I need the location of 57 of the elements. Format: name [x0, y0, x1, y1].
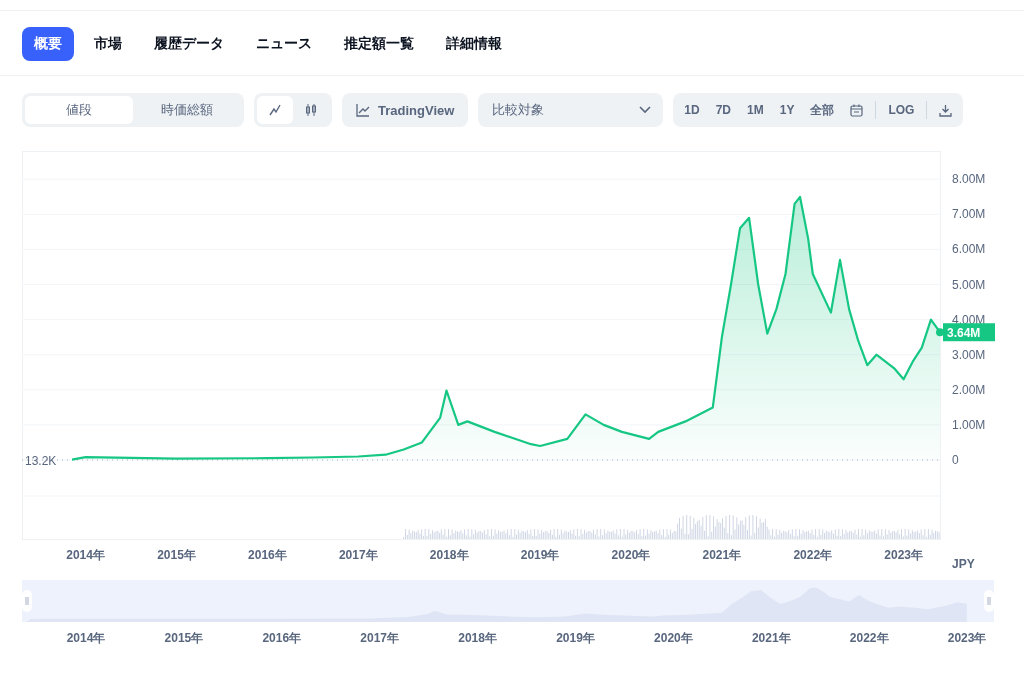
compare-dropdown[interactable]: 比較対象: [478, 93, 664, 127]
x-axis-label: 2019年: [520, 548, 560, 562]
chevron-down-icon: [639, 106, 652, 114]
tab[interactable]: 推定額一覧: [332, 27, 426, 61]
currency-label: JPY: [952, 557, 975, 571]
x-axis-label: 2021年: [702, 548, 742, 562]
tab[interactable]: ニュース: [244, 27, 324, 61]
metric-toggle[interactable]: 値段: [25, 96, 133, 124]
log-button[interactable]: LOG: [880, 96, 923, 124]
y-axis-label: 3.00M: [952, 347, 986, 362]
y-axis-label: 5.00M: [952, 277, 986, 292]
range-handle[interactable]: [984, 590, 994, 612]
candlestick-icon: [304, 103, 318, 117]
metric-toggle[interactable]: 時価総額: [133, 96, 241, 124]
x-axis-label: 2018年: [429, 548, 469, 562]
range-button[interactable]: 1Y: [771, 96, 803, 124]
x-axis-label: 2015年: [157, 548, 196, 562]
range-button[interactable]: 1D: [676, 96, 708, 124]
price-badge: 3.64M: [943, 323, 995, 342]
x-axis-label: 2017年: [338, 548, 378, 562]
y-axis-label: 6.00M: [952, 242, 986, 257]
last-price-dot: [936, 328, 944, 337]
navigator-year-label: 2015年: [164, 631, 204, 645]
navigator-year-label: 2014年: [66, 631, 106, 645]
line-chart-icon: [268, 103, 282, 117]
tab[interactable]: 詳細情報: [434, 27, 514, 61]
tab[interactable]: 概要: [22, 27, 74, 61]
tab[interactable]: 市場: [82, 27, 134, 61]
y-axis-label: 8.00M: [952, 172, 986, 187]
navigator-year-label: 2021年: [751, 631, 791, 645]
navigator-year-label: 2020年: [654, 631, 693, 645]
y-axis-label: 7.00M: [952, 207, 986, 222]
tab[interactable]: 履歴データ: [142, 27, 236, 61]
navigator-year-label: 2016年: [262, 631, 302, 645]
range-button[interactable]: 全部: [802, 96, 843, 124]
range-handle[interactable]: [22, 590, 32, 612]
y-axis-label: 1.00M: [952, 417, 986, 432]
y-axis-label: 2.00M: [952, 382, 986, 397]
line-chart-icon: [356, 103, 370, 117]
y-axis-label: 0: [952, 453, 959, 467]
download-icon: [939, 103, 953, 117]
navigator-year-label: 2018年: [458, 631, 497, 645]
navigator-year-label: 2019年: [556, 631, 595, 645]
navigator-year-label: 2023年: [947, 631, 987, 645]
x-axis-label: 2020年: [611, 548, 651, 562]
calendar-icon: [850, 103, 864, 117]
navigator-year-label: 2017年: [360, 631, 400, 645]
range-button[interactable]: 7D: [707, 96, 740, 124]
chart-type-toggle[interactable]: [257, 96, 293, 124]
x-axis-label: 2022年: [793, 548, 833, 562]
navigator-year-label: 2022年: [849, 631, 889, 645]
x-axis-label: 2023年: [884, 548, 923, 562]
x-axis-label: 2016年: [248, 548, 287, 562]
range-button[interactable]: 1M: [739, 96, 772, 124]
tradingview-button[interactable]: TradingView: [342, 93, 469, 127]
x-axis-label: 2014年: [66, 548, 105, 562]
start-price-label: 13.2K: [25, 454, 57, 468]
